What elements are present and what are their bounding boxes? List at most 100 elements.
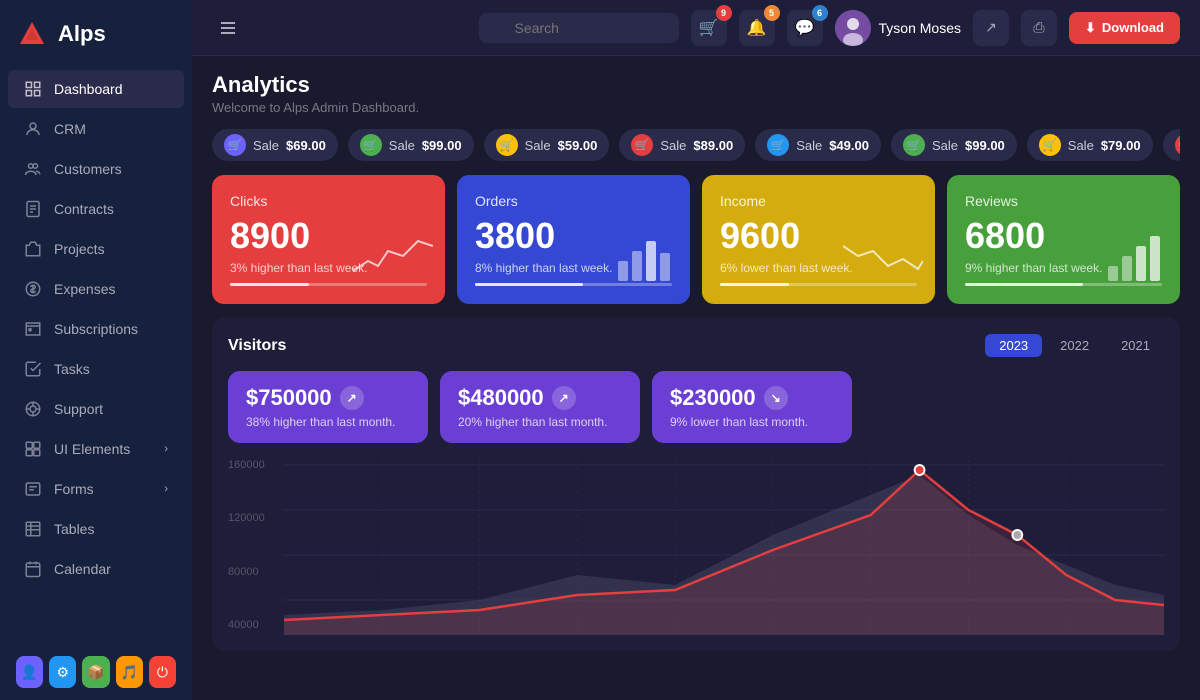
sidebar-item-support[interactable]: Support (8, 390, 184, 428)
sidebar-item-dashboard[interactable]: Dashboard (8, 70, 184, 108)
avatar-image (835, 10, 871, 46)
footer-btn-media[interactable]: 🎵 (116, 656, 143, 688)
alerts-button[interactable]: 🔔 5 (739, 10, 775, 46)
visitors-header: Visitors 2023 2022 2021 (228, 334, 1164, 357)
share-button[interactable]: ↗ (973, 10, 1009, 46)
sidebar-label-forms: Forms (54, 481, 94, 497)
visitor-amount-2: $230000 ↘ (670, 385, 834, 411)
ticker-item: 🛒Sale$99.00 (891, 129, 1017, 161)
download-label: Download (1102, 20, 1164, 35)
sidebar-label-ui-elements: UI Elements (54, 441, 130, 457)
sidebar-label-subscriptions: Subscriptions (54, 321, 138, 337)
user-avatar-wrap[interactable]: Tyson Moses (835, 10, 961, 46)
ticker-item: 🛒Sale$99.00 (348, 129, 474, 161)
sidebar-label-calendar: Calendar (54, 561, 111, 577)
stat-card-income: Income 9600 6% lower than last week. (702, 175, 935, 304)
ui-elements-icon (24, 440, 42, 458)
visitor-arrow-1: ↗ (552, 386, 576, 410)
ticker-item: 🛒Sale$89.00 (619, 129, 745, 161)
footer-btn-power[interactable]: ⏻ (149, 656, 176, 688)
ticker-item: 🛒Sale$79.00 (1027, 129, 1153, 161)
main-area: 🔍 🛒 9 🔔 5 💬 6 Tyson Moses ↗ ⎙ (192, 0, 1200, 700)
tables-icon (24, 520, 42, 538)
stat-card-clicks: Clicks 8900 3% higher than last week. (212, 175, 445, 304)
page-subtitle: Welcome to Alps Admin Dashboard. (212, 100, 1180, 115)
sidebar-item-expenses[interactable]: Expenses (8, 270, 184, 308)
visitor-desc-1: 20% higher than last month. (458, 415, 622, 429)
chart-container: 160000 120000 80000 40000 (228, 455, 1164, 635)
sidebar-item-tasks[interactable]: Tasks (8, 350, 184, 388)
chart-area (284, 455, 1164, 635)
sidebar-label-projects: Projects (54, 241, 105, 257)
visitor-card-2: $230000 ↘ 9% lower than last month. (652, 371, 852, 443)
ticker-item: 🛒Sale$49.00 (755, 129, 881, 161)
footer-btn-packages[interactable]: 📦 (82, 656, 109, 688)
dashboard-icon (24, 80, 42, 98)
y-label-40k: 40000 (228, 619, 265, 631)
sidebar-label-expenses: Expenses (54, 281, 115, 297)
sidebar-item-projects[interactable]: Projects (8, 230, 184, 268)
ticker-item: 🛒Sale$89.00 (1163, 129, 1180, 161)
download-icon: ⬇ (1085, 20, 1096, 36)
visitor-amount-0: $750000 ↗ (246, 385, 410, 411)
projects-icon (24, 240, 42, 258)
sidebar-label-tables: Tables (54, 521, 94, 537)
stat-card-orders: Orders 3800 8% higher than last week. (457, 175, 690, 304)
clicks-chart (353, 231, 433, 286)
stat-cards: Clicks 8900 3% higher than last week. Or… (212, 175, 1180, 304)
search-wrapper: 🔍 (479, 13, 679, 43)
search-input[interactable] (479, 13, 679, 43)
footer-btn-settings[interactable]: ⚙ (49, 656, 76, 688)
year-tab-2023[interactable]: 2023 (985, 334, 1042, 357)
year-tab-2022[interactable]: 2022 (1046, 334, 1103, 357)
notifications-button[interactable]: 🛒 9 (691, 10, 727, 46)
sidebar-item-ui-elements[interactable]: UI Elements › (8, 430, 184, 468)
visitors-title: Visitors (228, 337, 286, 355)
clicks-label: Clicks (230, 193, 427, 209)
visitor-card-0: $750000 ↗ 38% higher than last month. (228, 371, 428, 443)
subscriptions-icon (24, 320, 42, 338)
orders-chart (618, 231, 678, 286)
reviews-label: Reviews (965, 193, 1162, 209)
alerts-badge: 5 (764, 5, 780, 21)
year-tab-2021[interactable]: 2021 (1107, 334, 1164, 357)
print-button[interactable]: ⎙ (1021, 10, 1057, 46)
page-title: Analytics (212, 72, 1180, 98)
sidebar-label-support: Support (54, 401, 103, 417)
header: 🔍 🛒 9 🔔 5 💬 6 Tyson Moses ↗ ⎙ (192, 0, 1200, 56)
sidebar-item-contracts[interactable]: Contracts (8, 190, 184, 228)
logo-icon (16, 18, 48, 50)
customers-icon (24, 160, 42, 178)
visitors-cards: $750000 ↗ 38% higher than last month. $4… (228, 371, 1164, 443)
notifications-badge: 9 (716, 5, 732, 21)
sidebar-item-subscriptions[interactable]: Subscriptions (8, 310, 184, 348)
crm-icon (24, 120, 42, 138)
hamburger-icon (219, 19, 237, 37)
support-icon (24, 400, 42, 418)
sidebar-label-contracts: Contracts (54, 201, 114, 217)
sidebar-item-customers[interactable]: Customers (8, 150, 184, 188)
sidebar-label-dashboard: Dashboard (54, 81, 123, 97)
messages-button[interactable]: 💬 6 (787, 10, 823, 46)
tasks-icon (24, 360, 42, 378)
visitor-desc-2: 9% lower than last month. (670, 415, 834, 429)
y-label-160k: 160000 (228, 459, 265, 471)
sidebar-item-calendar[interactable]: Calendar (8, 550, 184, 588)
chart-secondary-dot (1012, 530, 1022, 540)
sidebar-item-crm[interactable]: CRM (8, 110, 184, 148)
download-button[interactable]: ⬇ Download (1069, 12, 1180, 44)
user-avatar (835, 10, 871, 46)
visitor-amount-1: $480000 ↗ (458, 385, 622, 411)
footer-btn-user[interactable]: 👤 (16, 656, 43, 688)
forms-icon (24, 480, 42, 498)
sidebar-label-tasks: Tasks (54, 361, 90, 377)
reviews-chart (1108, 231, 1168, 286)
logo-area: Alps (0, 0, 192, 68)
hamburger-button[interactable] (212, 12, 244, 44)
income-label: Income (720, 193, 917, 209)
sidebar-item-tables[interactable]: Tables (8, 510, 184, 548)
visitors-section: Visitors 2023 2022 2021 $750000 ↗ 38% hi… (212, 318, 1180, 651)
sidebar-item-forms[interactable]: Forms › (8, 470, 184, 508)
contracts-icon (24, 200, 42, 218)
sidebar-nav: Dashboard CRM Customers Contracts Projec… (0, 68, 192, 644)
